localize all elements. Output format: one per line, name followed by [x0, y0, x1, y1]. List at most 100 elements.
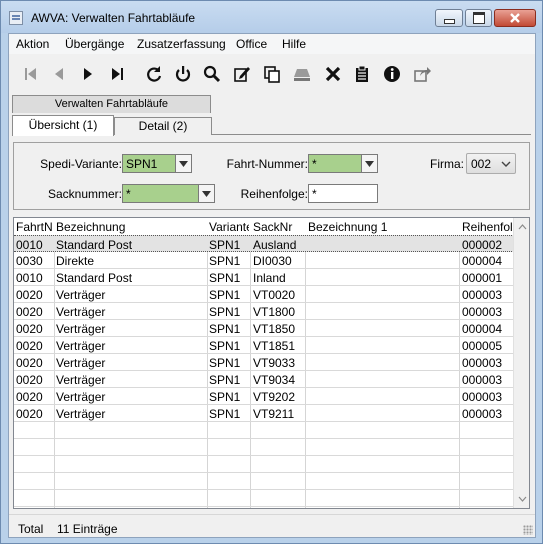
fahrt-nummer-dropdown[interactable] [361, 155, 377, 172]
empty-table-row [14, 422, 514, 439]
table-row[interactable]: 0020 Verträger SPN1 VT9202 000003 [14, 388, 514, 405]
minimize-button[interactable] [435, 9, 463, 27]
cell-fahrtnr: 0020 [16, 373, 43, 387]
table-row[interactable]: 0030 Direkte SPN1 DI0030 000004 [14, 252, 514, 269]
title-bar[interactable]: AWVA: Verwalten Fahrtabläufe [1, 1, 542, 33]
column-header-reihenfolge[interactable]: Reihenfolg [462, 220, 514, 234]
cell-reihenfolge: 000004 [462, 254, 503, 268]
scroll-down-icon[interactable] [517, 494, 527, 504]
maximize-button[interactable] [465, 9, 492, 27]
resize-grip-icon[interactable] [523, 525, 533, 535]
column-header-bezeichnung[interactable]: Bezeichnung [56, 220, 206, 234]
empty-table-row [14, 473, 514, 490]
power-icon [175, 66, 191, 82]
cell-fahrtnr: 0020 [16, 305, 43, 319]
vertical-scrollbar[interactable] [513, 218, 529, 508]
cell-bezeichnung: Verträger [56, 288, 106, 302]
table-row[interactable]: 0020 Verträger SPN1 VT9033 000003 [14, 354, 514, 371]
outer-tab-verwalten[interactable]: Verwalten Fahrtabläufe [12, 95, 211, 113]
fahrt-nummer-value: * [312, 157, 317, 171]
table-row[interactable]: 0020 Verträger SPN1 VT9211 000003 [14, 405, 514, 422]
last-record-button[interactable] [106, 63, 128, 85]
cell-variante: SPN1 [209, 254, 241, 268]
cell-bezeichnung: Standard Post [56, 271, 133, 285]
column-header-fahrtnr[interactable]: FahrtNr [16, 220, 53, 234]
cell-fahrtnr: 0030 [16, 254, 43, 268]
table-row[interactable]: 0020 Verträger SPN1 VT1850 000004 [14, 320, 514, 337]
cell-sacknr: DI0030 [253, 254, 292, 268]
firma-select[interactable]: 002 [466, 153, 516, 174]
scroll-up-icon[interactable] [517, 222, 527, 232]
fahrt-nummer-combo[interactable]: * [308, 154, 378, 173]
eraser-icon [294, 69, 310, 81]
empty-table-row [14, 456, 514, 473]
cell-bezeichnung: Verträger [56, 305, 106, 319]
column-header-sacknr[interactable]: SackNr [253, 220, 305, 234]
next-record-button[interactable] [77, 63, 99, 85]
menu-bar: Aktion Übergänge Zusatzerfassung Office … [9, 34, 535, 54]
menu-hilfe[interactable]: Hilfe [282, 37, 306, 51]
refresh-icon [147, 66, 162, 82]
cell-sacknr: VT1850 [253, 322, 296, 336]
edit-button[interactable] [231, 63, 253, 85]
table-row[interactable]: 0020 Verträger SPN1 VT1800 000003 [14, 303, 514, 320]
cell-bezeichnung: Verträger [56, 407, 106, 421]
cell-reihenfolge: 000003 [462, 288, 503, 302]
edit-icon [234, 67, 250, 82]
copy-icon [264, 66, 280, 83]
tab-uebersicht[interactable]: Übersicht (1) [12, 115, 114, 136]
table-row[interactable]: 0010 Standard Post SPN1 Ausland 000002 [14, 235, 514, 252]
clipboard-button[interactable] [351, 63, 373, 85]
fahrt-nummer-label: Fahrt-Nummer: [226, 157, 308, 171]
column-header-bezeichnung-1[interactable]: Bezeichnung 1 [308, 220, 458, 234]
cell-sacknr: VT1851 [253, 339, 296, 353]
menu-aktion[interactable]: Aktion [16, 37, 49, 51]
export-button[interactable] [411, 63, 433, 85]
cell-sacknr: VT9033 [253, 356, 296, 370]
cell-bezeichnung: Verträger [56, 356, 106, 370]
first-record-button[interactable] [20, 63, 42, 85]
last-record-icon [112, 68, 123, 80]
table-row[interactable]: 0020 Verträger SPN1 VT9034 000003 [14, 371, 514, 388]
spedi-variante-combo[interactable]: SPN1 [122, 154, 192, 173]
menu-uebergaenge[interactable]: Übergänge [65, 37, 124, 51]
cell-reihenfolge: 000003 [462, 305, 503, 319]
cell-reihenfolge: 000003 [462, 407, 503, 421]
empty-table-row [14, 490, 514, 507]
spedi-variante-dropdown[interactable] [175, 155, 191, 172]
sacknummer-label: Sacknummer: [47, 187, 122, 201]
menu-zusatzerfassung[interactable]: Zusatzerfassung [137, 37, 226, 51]
power-button[interactable] [172, 63, 194, 85]
eraser-button[interactable] [291, 63, 313, 85]
cell-fahrtnr: 0020 [16, 322, 43, 336]
delete-icon [325, 66, 341, 82]
tab-detail[interactable]: Detail (2) [114, 117, 212, 135]
copy-button[interactable] [261, 63, 283, 85]
spedi-variante-value: SPN1 [126, 157, 158, 171]
cell-bezeichnung: Verträger [56, 373, 106, 387]
reihenfolge-value: * [312, 187, 317, 201]
column-header-variante[interactable]: Variante [209, 220, 249, 234]
app-icon [9, 11, 23, 25]
cell-variante: SPN1 [209, 356, 241, 370]
delete-button[interactable] [322, 63, 344, 85]
close-button[interactable] [494, 9, 536, 27]
status-total-label: Total [18, 522, 44, 536]
chevron-down-icon [179, 160, 188, 167]
status-count: 11 Einträge [57, 522, 118, 536]
cell-variante: SPN1 [209, 288, 241, 302]
cell-variante: SPN1 [209, 390, 241, 404]
info-button[interactable] [381, 63, 403, 85]
table-row[interactable]: 0020 Verträger SPN1 VT1851 000005 [14, 337, 514, 354]
cell-variante: SPN1 [209, 271, 241, 285]
previous-record-button[interactable] [48, 63, 70, 85]
reihenfolge-input[interactable]: * [308, 184, 378, 203]
info-icon [384, 66, 400, 82]
table-row[interactable]: 0010 Standard Post SPN1 Inland 000001 [14, 269, 514, 286]
cell-reihenfolge: 000003 [462, 356, 503, 370]
menu-office[interactable]: Office [236, 37, 267, 51]
search-button[interactable] [201, 63, 223, 85]
sacknummer-combo[interactable]: * [122, 184, 215, 203]
table-row[interactable]: 0020 Verträger SPN1 VT0020 000003 [14, 286, 514, 303]
refresh-button[interactable] [143, 63, 165, 85]
